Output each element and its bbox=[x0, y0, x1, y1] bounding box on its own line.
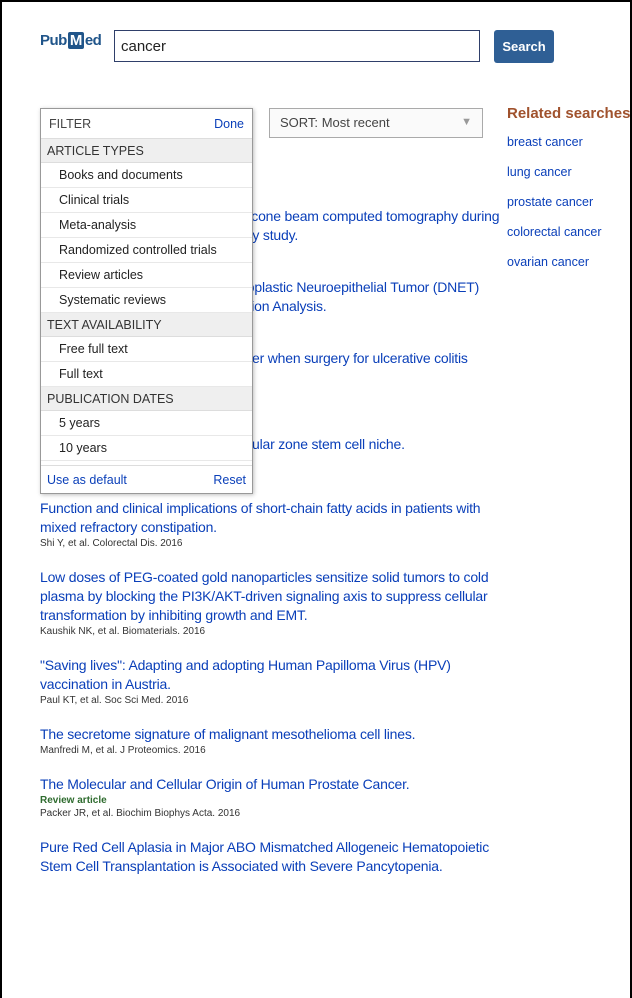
result-title[interactable]: The Molecular and Cellular Origin of Hum… bbox=[40, 775, 500, 794]
result-item: er when surgery for ulcerative colitis bbox=[252, 349, 502, 368]
search-button[interactable]: Search bbox=[494, 30, 554, 63]
result-meta: Packer JR, et al. Biochim Biophys Acta. … bbox=[40, 808, 241, 819]
filter-option[interactable]: Review articles bbox=[41, 263, 252, 288]
filter-title: FILTER bbox=[49, 116, 92, 131]
result-title[interactable]: ular zone stem cell niche. bbox=[252, 435, 500, 454]
filter-option[interactable]: Free full text bbox=[41, 337, 252, 362]
filter-section-text-availability: TEXT AVAILABILITY bbox=[41, 313, 252, 337]
logo-text-ed: ed bbox=[84, 32, 102, 49]
result-title[interactable]: n cone beam computed tomography during i… bbox=[240, 207, 500, 245]
result-title[interactable]: yoplastic Neuroepithelial Tumor (DNET) a… bbox=[240, 278, 500, 316]
filter-done-button[interactable]: Done bbox=[214, 117, 244, 131]
result-title[interactable]: er when surgery for ulcerative colitis bbox=[252, 349, 502, 368]
sort-value: Most recent bbox=[321, 115, 390, 130]
filter-option[interactable]: Books and documents bbox=[41, 163, 252, 188]
result-meta: Manfredi M, et al. J Proteomics. 2016 bbox=[40, 745, 206, 756]
result-item: "Saving lives": Adapting and adopting Hu… bbox=[40, 656, 500, 707]
filter-option[interactable]: 5 years bbox=[41, 411, 252, 436]
review-article-badge: Review article bbox=[40, 795, 107, 806]
filter-header: FILTER Done bbox=[41, 109, 252, 139]
filter-option[interactable]: Systematic reviews bbox=[41, 288, 252, 313]
result-title[interactable]: Pure Red Cell Aplasia in Major ABO Misma… bbox=[40, 838, 500, 876]
logo-text-pub: Pub bbox=[40, 32, 67, 49]
pubmed-logo[interactable]: Pub Med bbox=[40, 32, 102, 49]
related-search-link[interactable]: prostate cancer bbox=[507, 195, 630, 209]
result-item: n cone beam computed tomography during i… bbox=[240, 207, 500, 245]
result-title[interactable]: The secretome signature of malignant mes… bbox=[40, 725, 500, 744]
sort-dropdown[interactable]: SORT: Most recent ▼ bbox=[269, 108, 483, 138]
result-item: Function and clinical implications of sh… bbox=[40, 499, 500, 550]
result-item: The secretome signature of malignant mes… bbox=[40, 725, 500, 757]
result-meta: Kaushik NK, et al. Biomaterials. 2016 bbox=[40, 626, 206, 637]
result-title[interactable]: Low doses of PEG-coated gold nanoparticl… bbox=[40, 568, 500, 625]
related-searches: Related searches breast cancer lung canc… bbox=[507, 105, 631, 285]
filter-option[interactable]: Randomized controlled trials bbox=[41, 238, 252, 263]
result-title[interactable]: Function and clinical implications of sh… bbox=[40, 499, 500, 537]
page-frame: PubMed Search SORT: Most recent ▼ Relate… bbox=[0, 0, 632, 998]
related-search-link[interactable]: breast cancer bbox=[507, 135, 630, 149]
result-item: The Molecular and Cellular Origin of Hum… bbox=[40, 775, 500, 820]
logo-m-icon: M bbox=[67, 32, 84, 49]
related-search-link[interactable]: colorectal cancer bbox=[507, 225, 630, 239]
filter-footer: Use as default Reset bbox=[41, 465, 252, 493]
related-search-link[interactable]: ovarian cancer bbox=[507, 255, 630, 269]
result-item: Low doses of PEG-coated gold nanoparticl… bbox=[40, 568, 500, 638]
result-meta: Shi Y, et al. Colorectal Dis. 2016 bbox=[40, 538, 183, 549]
filter-option[interactable]: 10 years bbox=[41, 436, 252, 461]
result-title[interactable]: "Saving lives": Adapting and adopting Hu… bbox=[40, 656, 500, 694]
filter-option[interactable]: Full text bbox=[41, 362, 252, 387]
filter-section-publication-dates: PUBLICATION DATES bbox=[41, 387, 252, 411]
chevron-down-icon: ▼ bbox=[461, 116, 472, 128]
sort-label: SORT: bbox=[280, 115, 319, 130]
result-item: yoplastic Neuroepithelial Tumor (DNET) a… bbox=[240, 278, 500, 316]
result-meta: Paul KT, et al. Soc Sci Med. 2016 bbox=[40, 695, 189, 706]
related-search-link[interactable]: lung cancer bbox=[507, 165, 630, 179]
related-searches-title: Related searches bbox=[507, 105, 631, 122]
filter-option[interactable]: Clinical trials bbox=[41, 188, 252, 213]
filter-option[interactable]: Meta-analysis bbox=[41, 213, 252, 238]
result-item: Pure Red Cell Aplasia in Major ABO Misma… bbox=[40, 838, 500, 876]
use-as-default-link[interactable]: Use as default bbox=[47, 473, 127, 487]
reset-link[interactable]: Reset bbox=[213, 473, 246, 487]
filter-section-article-types: ARTICLE TYPES bbox=[41, 139, 252, 163]
filter-panel: FILTER Done ARTICLE TYPES Books and docu… bbox=[40, 108, 253, 494]
search-input[interactable] bbox=[114, 30, 480, 62]
